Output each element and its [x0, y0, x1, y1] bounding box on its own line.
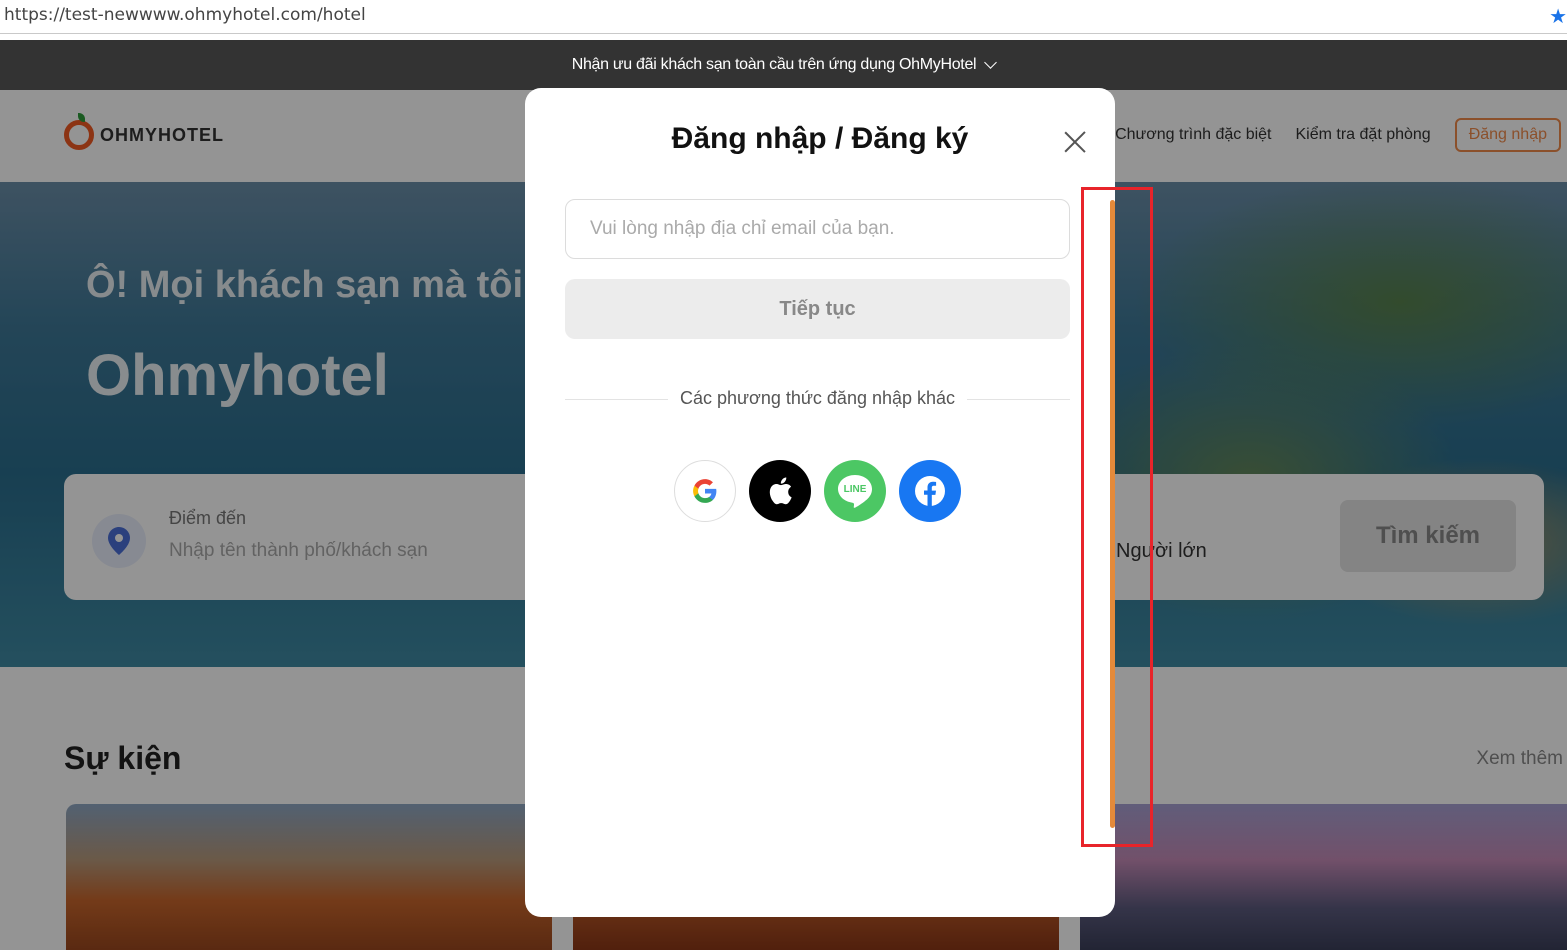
facebook-icon [915, 476, 945, 506]
apple-icon [769, 477, 792, 505]
google-icon [693, 479, 717, 503]
google-login-button[interactable] [674, 460, 736, 522]
divider-line-right [967, 399, 1070, 400]
other-login-methods-label: Các phương thức đăng nhập khác [679, 388, 956, 408]
line-label: LINE [843, 483, 867, 495]
close-icon[interactable] [1061, 128, 1089, 156]
promo-banner[interactable]: Nhận ưu đãi khách sạn toàn cầu trên ứng … [0, 40, 1567, 90]
facebook-login-button[interactable] [899, 460, 961, 522]
promo-text: Nhận ưu đãi khách sạn toàn cầu trên ứng … [571, 56, 977, 73]
modal-title: Đăng nhập / Đăng ký [671, 122, 969, 155]
url-text[interactable]: https://test-newwww.ohmyhotel.com/hotel [4, 5, 366, 25]
line-login-button[interactable]: LINE [824, 460, 886, 522]
star-icon[interactable]: ★ [1549, 4, 1567, 29]
browser-address-bar[interactable]: https://test-newwww.ohmyhotel.com/hotel … [0, 0, 1567, 34]
chevron-down-icon[interactable] [984, 56, 998, 69]
email-field[interactable] [565, 199, 1070, 259]
continue-button[interactable]: Tiếp tục [565, 279, 1070, 339]
divider-line-left [565, 399, 668, 400]
social-login-list: LINE [674, 460, 961, 522]
login-modal: Đăng nhập / Đăng ký Tiếp tục Các phương … [525, 88, 1115, 917]
apple-login-button[interactable] [749, 460, 811, 522]
modal-scrollbar[interactable] [1110, 200, 1115, 828]
